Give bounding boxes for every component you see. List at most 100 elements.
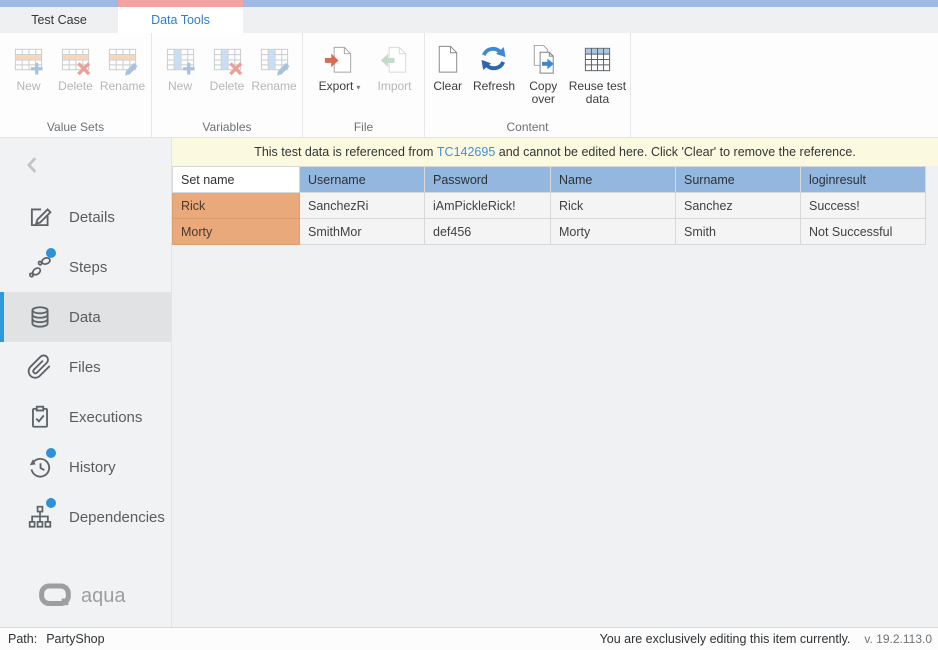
hierarchy-icon [27, 504, 53, 530]
sidebar-item-label: Steps [69, 259, 107, 276]
column-header-password[interactable]: Password [425, 167, 551, 193]
column-header-username[interactable]: Username [300, 167, 425, 193]
button-label: New [16, 80, 40, 93]
button-label: Refresh [473, 80, 515, 93]
clipboard-check-icon [27, 404, 53, 430]
sidebar-item-dependencies[interactable]: Dependencies [0, 492, 171, 542]
app-window: Test Case Data Tools New Delete Re [0, 0, 938, 650]
sidebar-item-history[interactable]: History [0, 442, 171, 492]
table-row: Morty SmithMor def456 Morty Smith Not Su… [173, 219, 926, 245]
button-label: Delete [58, 80, 93, 93]
notice-text: and cannot be edited here. Click 'Clear'… [495, 145, 856, 159]
table-column-rename-icon [258, 42, 291, 77]
group-title: Content [425, 120, 630, 134]
refresh-button[interactable]: Refresh [468, 40, 519, 93]
testcase-reference-link[interactable]: TC142695 [437, 145, 495, 159]
data-cell[interactable]: SmithMor [300, 219, 425, 245]
sidebar-item-data[interactable]: Data [0, 292, 171, 342]
export-file-icon [323, 42, 356, 77]
button-label: Copy over [520, 80, 567, 106]
top-accent-strip [0, 0, 938, 7]
database-icon [27, 304, 53, 330]
set-name-cell[interactable]: Rick [173, 193, 300, 219]
notice-text: This test data is referenced from [254, 145, 437, 159]
aqua-logo-text: aqua [81, 585, 126, 608]
blank-page-icon [431, 42, 464, 77]
clear-button[interactable]: Clear [427, 40, 468, 93]
table-column-add-icon [164, 42, 197, 77]
valuesets-rename-button[interactable]: Rename [99, 40, 146, 93]
button-label: Reuse test data [567, 80, 628, 106]
button-label: Rename [100, 80, 145, 93]
table-row-rename-icon [106, 42, 139, 77]
set-name-cell[interactable]: Morty [173, 219, 300, 245]
sidebar: Details Steps Data Files [0, 138, 172, 627]
path-value: PartyShop [46, 632, 104, 646]
column-header-surname[interactable]: Surname [676, 167, 801, 193]
data-cell[interactable]: Morty [551, 219, 676, 245]
button-label: Rename [251, 80, 296, 93]
sidebar-item-label: Files [69, 359, 101, 376]
import-file-icon [378, 42, 411, 77]
data-cell[interactable]: Success! [801, 193, 926, 219]
tab-data-tools[interactable]: Data Tools [118, 7, 243, 33]
ribbon-group-variables: New Delete Rename Variables [152, 33, 303, 137]
variables-new-button[interactable]: New [157, 40, 204, 93]
reuse-test-data-button[interactable]: Reuse test data [567, 40, 628, 106]
data-cell[interactable]: Not Successful [801, 219, 926, 245]
ribbon-group-content: Clear Refresh Copy over Reuse test data [425, 33, 631, 137]
group-title: Value Sets [0, 120, 151, 134]
data-cell[interactable]: SanchezRi [300, 193, 425, 219]
table-column-delete-icon [211, 42, 244, 77]
tab-test-case[interactable]: Test Case [0, 7, 118, 33]
accent-strip-salmon-active-tab [118, 0, 243, 7]
valuesets-delete-button[interactable]: Delete [52, 40, 99, 93]
button-label: Clear [433, 80, 462, 93]
sidebar-item-files[interactable]: Files [0, 342, 171, 392]
copy-over-button[interactable]: Copy over [520, 40, 567, 106]
sidebar-item-label: Data [69, 309, 101, 326]
sidebar-item-label: Executions [69, 409, 142, 426]
column-header-set-name[interactable]: Set name [173, 167, 300, 193]
refresh-icon [477, 42, 510, 77]
column-header-loginresult[interactable]: loginresult [801, 167, 926, 193]
sidebar-item-steps[interactable]: Steps [0, 242, 171, 292]
accent-strip-blue [0, 0, 118, 7]
notification-dot [46, 498, 56, 508]
path-label: Path: [8, 632, 37, 646]
ribbon-tab-row: Test Case Data Tools [0, 7, 938, 33]
data-cell[interactable]: Rick [551, 193, 676, 219]
group-title: Variables [152, 120, 302, 134]
editing-status-message: You are exclusively editing this item cu… [600, 632, 851, 646]
back-chevron-icon[interactable] [22, 154, 44, 176]
accent-strip-blue [243, 0, 938, 7]
table-reuse-icon [581, 42, 614, 77]
data-cell[interactable]: def456 [425, 219, 551, 245]
ribbon-group-file: Export▾ Import File [303, 33, 425, 137]
notification-dot [46, 248, 56, 258]
sidebar-item-details[interactable]: Details [0, 192, 171, 242]
aqua-logo: aqua [36, 581, 126, 611]
import-button[interactable]: Import [371, 40, 419, 93]
valuesets-new-button[interactable]: New [5, 40, 52, 93]
aqua-logo-icon [36, 581, 74, 611]
data-cell[interactable]: Smith [676, 219, 801, 245]
button-label: Import [377, 80, 411, 93]
button-label: Export▾ [319, 80, 361, 94]
data-cell[interactable]: iAmPickleRick! [425, 193, 551, 219]
footprints-icon [27, 254, 53, 280]
sidebar-item-label: Dependencies [69, 509, 165, 526]
export-button[interactable]: Export▾ [309, 40, 371, 94]
copy-pages-icon [527, 42, 560, 77]
table-row-delete-icon [59, 42, 92, 77]
paperclip-icon [27, 354, 53, 380]
variables-rename-button[interactable]: Rename [251, 40, 298, 93]
dropdown-caret-icon: ▾ [356, 83, 360, 92]
variables-delete-button[interactable]: Delete [204, 40, 251, 93]
notification-dot [46, 448, 56, 458]
data-cell[interactable]: Sanchez [676, 193, 801, 219]
status-bar: Path: PartyShop You are exclusively edit… [0, 627, 938, 650]
column-header-name[interactable]: Name [551, 167, 676, 193]
reference-notice-bar: This test data is referenced from TC1426… [172, 138, 938, 166]
sidebar-item-executions[interactable]: Executions [0, 392, 171, 442]
